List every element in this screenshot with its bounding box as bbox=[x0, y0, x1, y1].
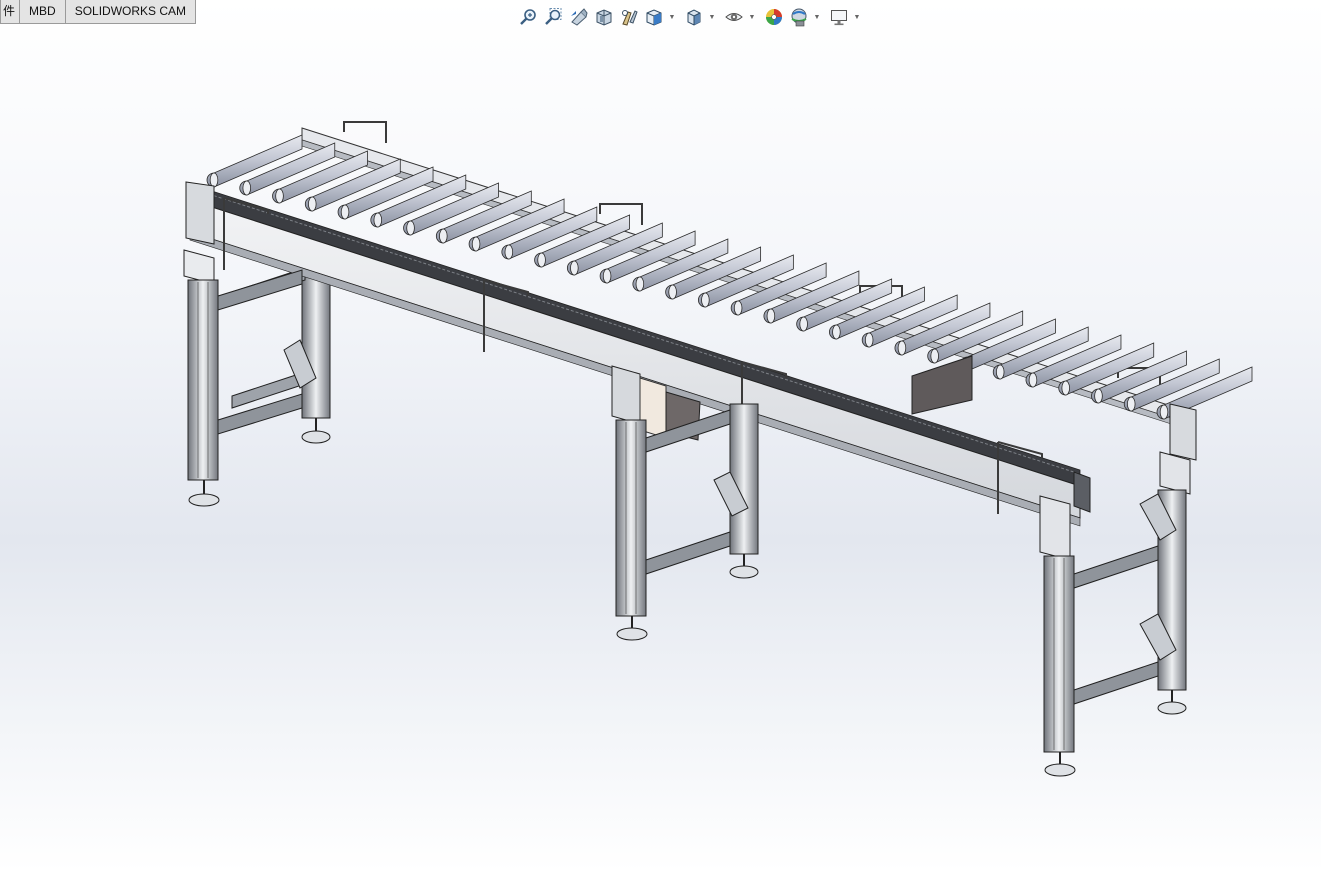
hide-show-items-icon[interactable] bbox=[723, 6, 745, 28]
roller-end-cap bbox=[897, 340, 907, 356]
tab-mbd[interactable]: MBD bbox=[19, 0, 66, 24]
display-style-dropdown-icon[interactable]: ▼ bbox=[708, 6, 716, 28]
roller-end-cap bbox=[537, 252, 546, 268]
roller-end-cap bbox=[373, 212, 383, 228]
zoom-to-fit-icon[interactable] bbox=[518, 6, 540, 28]
roller-end-cap bbox=[832, 324, 841, 340]
roller-end-cap bbox=[766, 308, 776, 324]
tab-assembly[interactable]: 件 bbox=[0, 0, 21, 24]
view-orientation-dropdown-icon[interactable]: ▼ bbox=[668, 6, 676, 28]
roller-end-cap bbox=[1028, 372, 1038, 388]
roller-end-cap bbox=[1159, 404, 1169, 420]
support-stand-left bbox=[183, 249, 303, 507]
roller-end-cap bbox=[635, 276, 645, 292]
hide-show-dropdown-icon[interactable]: ▼ bbox=[748, 6, 756, 28]
roller-end-cap bbox=[1094, 388, 1103, 404]
roller-end-cap bbox=[308, 196, 317, 212]
apply-scene-dropdown-icon[interactable]: ▼ bbox=[813, 6, 821, 28]
roller-end-cap bbox=[995, 364, 1005, 380]
roller-end-cap bbox=[275, 188, 284, 204]
view-settings-dropdown-icon[interactable]: ▼ bbox=[853, 6, 861, 28]
roller-end-cap bbox=[209, 172, 219, 188]
roller-end-cap bbox=[733, 300, 743, 316]
view-orientation-icon[interactable] bbox=[643, 6, 665, 28]
display-style-icon[interactable] bbox=[683, 6, 705, 28]
roller-end-cap bbox=[799, 316, 808, 332]
roller-end-cap bbox=[439, 228, 448, 244]
dynamic-annotation-icon[interactable] bbox=[618, 6, 640, 28]
roller-end-cap bbox=[242, 180, 252, 196]
apply-scene-icon[interactable] bbox=[788, 6, 810, 28]
tab-solidworks-cam[interactable]: SOLIDWORKS CAM bbox=[64, 0, 197, 24]
roller-end-cap bbox=[504, 244, 514, 260]
roller-end-cap bbox=[701, 292, 710, 308]
support-stand-middle bbox=[611, 365, 759, 641]
stop-plate bbox=[911, 355, 973, 415]
roller-end-cap bbox=[602, 268, 612, 284]
roller-end-cap bbox=[471, 236, 481, 252]
zoom-to-area-icon[interactable] bbox=[543, 6, 565, 28]
view-settings-icon[interactable] bbox=[828, 6, 850, 28]
edit-appearance-icon[interactable] bbox=[763, 6, 785, 28]
roller-end-cap bbox=[1061, 380, 1070, 396]
roller-end-cap bbox=[930, 348, 939, 364]
roller-end-cap bbox=[668, 284, 677, 300]
graphics-area[interactable] bbox=[0, 30, 1321, 872]
section-view-icon[interactable] bbox=[593, 6, 615, 28]
previous-view-icon[interactable] bbox=[568, 6, 590, 28]
roller-end-cap bbox=[570, 260, 579, 276]
roller-end-cap bbox=[864, 332, 874, 348]
roller-end-cap bbox=[1126, 396, 1136, 412]
roller-end-cap bbox=[340, 204, 350, 220]
roller-end-cap bbox=[406, 220, 415, 236]
command-manager-tabs: 件 MBD SOLIDWORKS CAM bbox=[0, 0, 197, 24]
heads-up-view-toolbar: ▼ ▼ ▼ ▼ ▼ bbox=[518, 4, 865, 30]
